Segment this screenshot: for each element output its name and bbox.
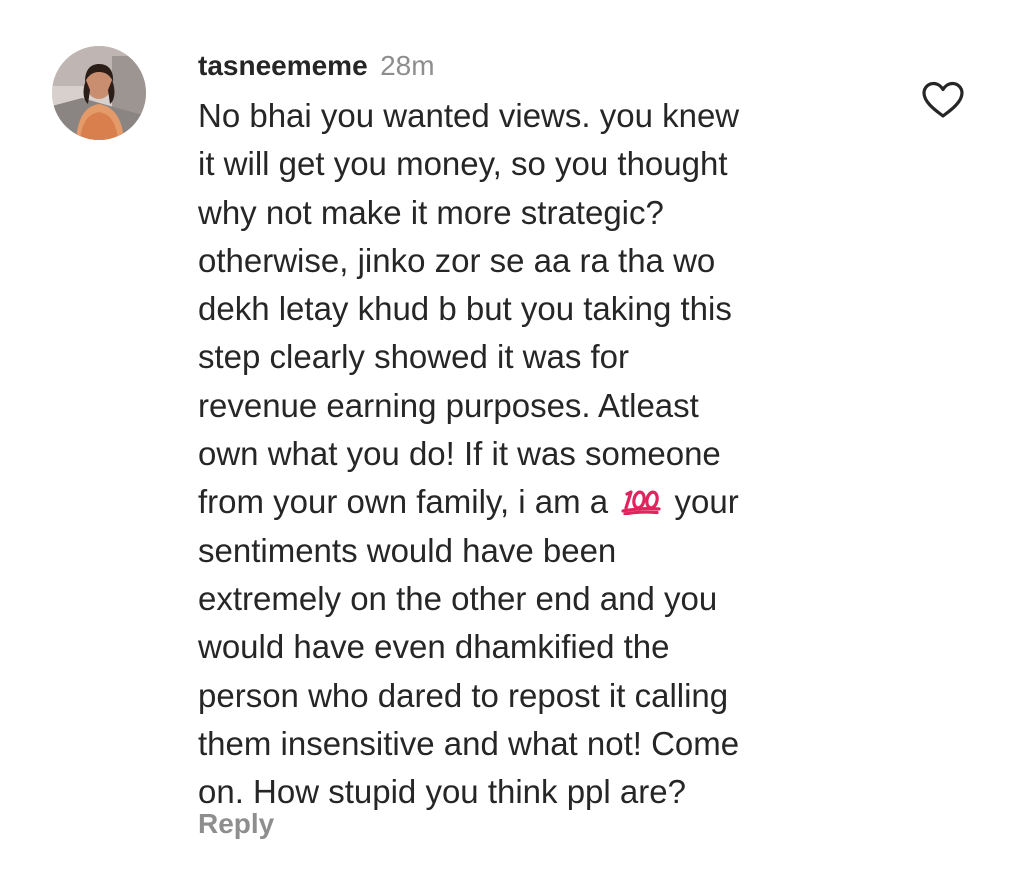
hundred-points-emoji-icon xyxy=(619,487,663,516)
comment-line-start: from your own family, i am a xyxy=(198,483,609,521)
comment-line-with-emoji: from your own family, i am a your xyxy=(198,478,858,526)
comment-line: on. How stupid you think ppl are? xyxy=(198,773,686,811)
comment-line: No bhai you wanted views. you knew xyxy=(198,97,740,134)
comment-item: tasneememe 28m No bhai you wanted views.… xyxy=(0,0,1024,869)
comment-line: person who dared to repost it calling xyxy=(198,676,729,714)
username-link[interactable]: tasneememe xyxy=(198,50,368,81)
comment-line: why not make it more strategic? xyxy=(198,193,664,231)
comment-line: dekh letay khud b but you taking this xyxy=(198,290,732,328)
comment-line: revenue earning purposes. Atleast xyxy=(198,386,699,424)
heart-outline-icon xyxy=(922,81,964,118)
comment-line: otherwise, jinko zor se aa ra tha wo xyxy=(198,241,716,279)
comment-line: own what you do! If it was someone xyxy=(198,435,721,473)
comment-text: No bhai you wanted views. you knew it wi… xyxy=(198,92,858,816)
profile-photo-icon xyxy=(52,46,146,140)
reply-button[interactable]: Reply xyxy=(198,808,274,840)
comment-line-end: your xyxy=(674,483,739,521)
comment-content: tasneememe 28m No bhai you wanted views.… xyxy=(198,44,858,816)
comment-line: sentiments would have been xyxy=(198,531,617,569)
comment-line: them insensitive and what not! Come xyxy=(198,724,740,762)
comment-line: would have even dhamkified the xyxy=(198,628,670,666)
avatar[interactable] xyxy=(52,46,146,140)
comment-line: step clearly showed it was for xyxy=(198,338,630,376)
comment-meta: tasneememe 28m xyxy=(198,44,858,88)
like-button[interactable] xyxy=(920,80,966,120)
comment-line: it will get you money, so you thought xyxy=(198,145,728,183)
comment-timestamp: 28m xyxy=(380,50,435,81)
comment-line: extremely on the other end and you xyxy=(198,579,718,617)
